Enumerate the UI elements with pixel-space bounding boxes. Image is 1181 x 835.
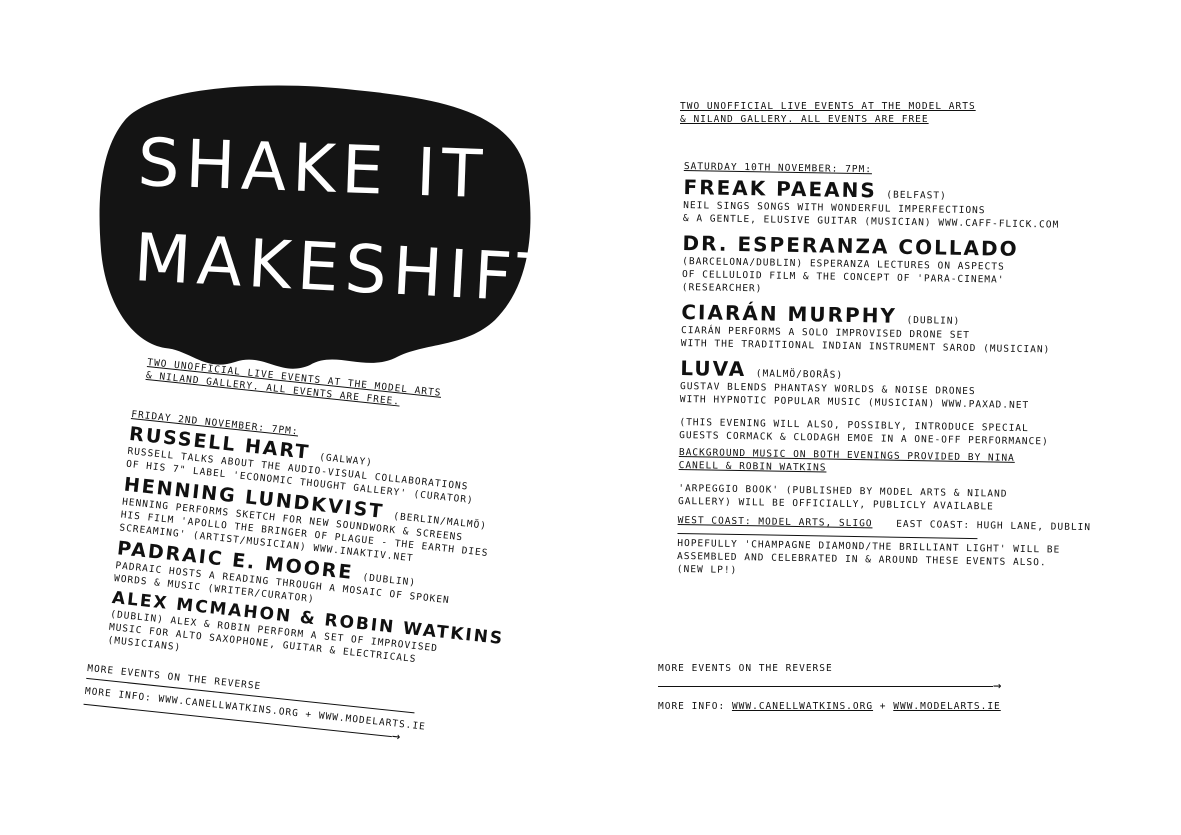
right-footer-rule: [658, 685, 993, 687]
act-name: LUVA: [680, 355, 747, 382]
left-events: FRIDAY 2ND NOVEMBER: 7PM: RUSSELL HART (…: [107, 408, 524, 688]
right-poster: TWO UNOFFICIAL LIVE EVENTS AT THE MODEL …: [640, 0, 1181, 835]
act-origin: (BELFAST): [886, 189, 947, 202]
arrow-right-icon: →: [993, 678, 1002, 694]
act-origin: (DUBLIN): [906, 314, 961, 327]
right-footer-arrow-row: →: [658, 678, 1008, 694]
right-intro: TWO UNOFFICIAL LIVE EVENTS AT THE MODEL …: [680, 100, 976, 126]
plus-sign: +: [879, 701, 887, 712]
right-act-4: LUVA (MALMÖ/BORÅS) GUSTAV BLENDS PHANTAS…: [680, 356, 1094, 413]
title-blob: SHAKE IT MAKESHIFT: [99, 85, 535, 369]
right-intro-2: & NILAND GALLERY. ALL EVENTS ARE FREE: [680, 114, 929, 125]
right-more-events: MORE EVENTS ON THE REVERSE: [658, 663, 833, 674]
right-background-music: BACKGROUND MUSIC ON BOTH EVENINGS PROVID…: [679, 446, 1093, 479]
arrow-right-icon: →: [391, 728, 403, 746]
left-footer: MORE EVENTS ON THE REVERSE MORE INFO: WW…: [83, 662, 426, 746]
right-act-1: FREAK PAEANS (BELFAST) NEIL SINGS SONGS …: [683, 175, 1097, 232]
right-events: SATURDAY 10TH NOVEMBER: 7PM: FREAK PAEAN…: [677, 160, 1098, 583]
left-poster: SHAKE IT MAKESHIFT TWO UNOFFICIAL LIVE E…: [0, 0, 590, 835]
right-intro-1: TWO UNOFFICIAL LIVE EVENTS AT THE MODEL …: [680, 101, 976, 112]
west-coast: WEST COAST: MODEL ARTS, SLIGO: [677, 514, 873, 530]
right-note: (THIS EVENING WILL ALSO, POSSIBLY, INTRO…: [679, 416, 1093, 449]
right-footer: MORE EVENTS ON THE REVERSE → MORE INFO: …: [658, 662, 1008, 713]
act-origin: (MALMÖ/BORÅS): [755, 368, 844, 381]
more-info-url-1[interactable]: WWW.CANELLWATKINS.ORG: [732, 701, 873, 712]
right-act-2: DR. ESPERANZA COLLADO (BARCELONA/DUBLIN)…: [682, 231, 1096, 301]
act-name: FREAK PAEANS: [683, 174, 877, 203]
more-info-label: MORE INFO:: [658, 701, 726, 712]
title-line1: SHAKE IT: [136, 124, 489, 213]
east-coast: EAST COAST: HUGH LANE, DUBLIN: [896, 518, 1092, 534]
more-info-url-2[interactable]: WWW.MODELARTS.IE: [893, 701, 1001, 712]
right-hopefully: HOPEFULLY 'CHAMPAGNE DIAMOND/THE BRILLIA…: [677, 537, 1091, 583]
right-arpeggio: 'ARPEGGIO BOOK' (PUBLISHED BY MODEL ARTS…: [678, 482, 1092, 534]
right-act-3: CIARÁN MURPHY (DUBLIN) CIARÁN PERFORMS A…: [681, 300, 1095, 357]
right-more-info: MORE INFO: WWW.CANELLWATKINS.ORG + WWW.M…: [658, 700, 1008, 713]
